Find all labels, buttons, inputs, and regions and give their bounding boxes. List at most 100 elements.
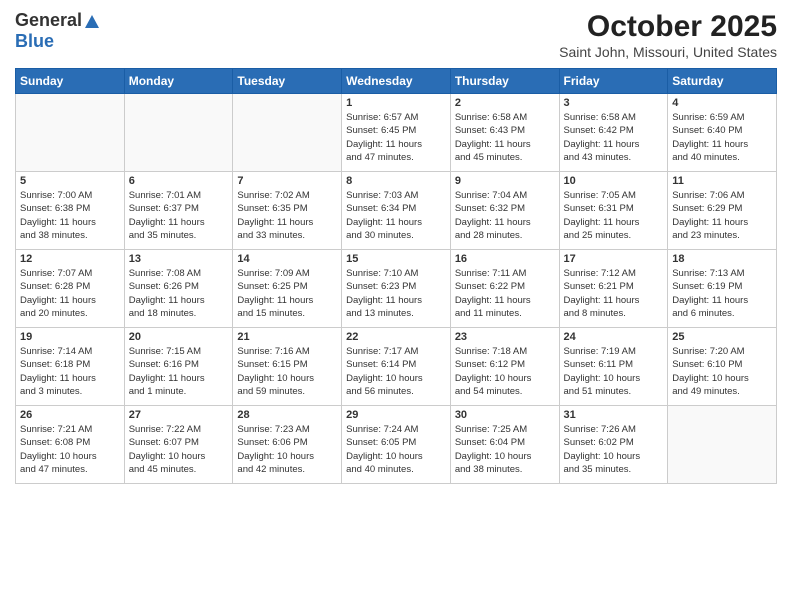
day-info-line: Sunset: 6:40 PM: [672, 125, 742, 136]
col-monday: Monday: [124, 69, 233, 94]
day-info: Sunrise: 6:57 AMSunset: 6:45 PMDaylight:…: [346, 111, 446, 164]
day-info-line: Sunrise: 7:13 AM: [672, 268, 744, 279]
day-info-line: Daylight: 11 hours: [564, 217, 640, 228]
day-info-line: Sunrise: 7:16 AM: [237, 346, 309, 357]
day-info-line: and 42 minutes.: [237, 464, 305, 475]
day-info-line: and 33 minutes.: [237, 230, 305, 241]
calendar-cell: 8Sunrise: 7:03 AMSunset: 6:34 PMDaylight…: [342, 172, 451, 250]
day-number: 28: [237, 409, 337, 421]
col-saturday: Saturday: [668, 69, 777, 94]
day-info: Sunrise: 7:19 AMSunset: 6:11 PMDaylight:…: [564, 345, 664, 398]
day-info-line: Sunrise: 7:18 AM: [455, 346, 527, 357]
calendar-cell: 11Sunrise: 7:06 AMSunset: 6:29 PMDayligh…: [668, 172, 777, 250]
day-info-line: Sunrise: 7:24 AM: [346, 424, 418, 435]
day-info-line: and 20 minutes.: [20, 308, 88, 319]
day-info-line: and 40 minutes.: [346, 464, 414, 475]
day-info: Sunrise: 7:11 AMSunset: 6:22 PMDaylight:…: [455, 267, 555, 320]
day-info-line: Sunrise: 6:59 AM: [672, 112, 744, 123]
calendar-cell: 18Sunrise: 7:13 AMSunset: 6:19 PMDayligh…: [668, 250, 777, 328]
col-friday: Friday: [559, 69, 668, 94]
day-info-line: Daylight: 10 hours: [129, 451, 206, 462]
calendar-cell: [16, 94, 125, 172]
day-info-line: Sunset: 6:34 PM: [346, 203, 416, 214]
day-info-line: Daylight: 10 hours: [237, 373, 314, 384]
calendar-cell: 20Sunrise: 7:15 AMSunset: 6:16 PMDayligh…: [124, 328, 233, 406]
day-number: 29: [346, 409, 446, 421]
day-number: 21: [237, 331, 337, 343]
day-info-line: and 56 minutes.: [346, 386, 414, 397]
day-info-line: Daylight: 10 hours: [672, 373, 749, 384]
day-info-line: and 59 minutes.: [237, 386, 305, 397]
day-info-line: Sunset: 6:43 PM: [455, 125, 525, 136]
day-info: Sunrise: 7:04 AMSunset: 6:32 PMDaylight:…: [455, 189, 555, 242]
day-info-line: Sunrise: 7:25 AM: [455, 424, 527, 435]
day-info: Sunrise: 7:16 AM Sunset: 6:15 PM Daylight:…: [237, 345, 337, 398]
day-number: 7: [237, 175, 337, 187]
day-info: Sunrise: 7:07 AMSunset: 6:28 PMDaylight:…: [20, 267, 120, 320]
day-info-line: Sunrise: 7:12 AM: [564, 268, 636, 279]
day-info-line: Sunset: 6:29 PM: [672, 203, 742, 214]
day-info-line: Daylight: 10 hours: [20, 451, 97, 462]
day-info-line: Daylight: 10 hours: [346, 451, 423, 462]
day-number: 3: [564, 97, 664, 109]
day-info-line: Sunrise: 7:11 AM: [455, 268, 527, 279]
day-info-line: Daylight: 11 hours: [564, 295, 640, 306]
day-info-line: Sunrise: 7:23 AM: [237, 424, 309, 435]
day-info-line: Daylight: 11 hours: [346, 139, 422, 150]
day-number: 24: [564, 331, 664, 343]
day-info-line: Sunset: 6:10 PM: [672, 359, 742, 370]
day-number: 31: [564, 409, 664, 421]
day-info-line: Sunrise: 7:22 AM: [129, 424, 201, 435]
logo-blue-text: Blue: [15, 31, 54, 51]
calendar-cell: 22Sunrise: 7:17 AMSunset: 6:14 PMDayligh…: [342, 328, 451, 406]
day-info-line: and 35 minutes.: [129, 230, 197, 241]
day-info-line: Daylight: 11 hours: [346, 295, 422, 306]
calendar-cell: 7Sunrise: 7:02 AMSunset: 6:35 PMDaylight…: [233, 172, 342, 250]
day-info-line: Sunrise: 7:04 AM: [455, 190, 527, 201]
day-info-line: Sunset: 6:28 PM: [20, 281, 90, 292]
day-info-line: and 35 minutes.: [564, 464, 632, 475]
day-info-line: Sunset: 6:15 PM: [237, 359, 307, 370]
day-info-line: Sunrise: 7:14 AM: [20, 346, 92, 357]
day-info-line: Sunset: 6:06 PM: [237, 437, 307, 448]
day-info-line: Sunset: 6:31 PM: [564, 203, 634, 214]
day-info-line: Sunrise: 7:00 AM: [20, 190, 92, 201]
day-info: Sunrise: 7:10 AMSunset: 6:23 PMDaylight:…: [346, 267, 446, 320]
calendar-cell: 31Sunrise: 7:26 AMSunset: 6:02 PMDayligh…: [559, 406, 668, 484]
day-info: Sunrise: 7:00 AMSunset: 6:38 PMDaylight:…: [20, 189, 120, 242]
day-info-line: and 51 minutes.: [564, 386, 632, 397]
day-info: Sunrise: 7:09 AMSunset: 6:25 PMDaylight:…: [237, 267, 337, 320]
day-info-line: Sunset: 6:18 PM: [20, 359, 90, 370]
calendar-cell: 19Sunrise: 7:14 AMSunset: 6:18 PMDayligh…: [16, 328, 125, 406]
day-number: 30: [455, 409, 555, 421]
day-number: 2: [455, 97, 555, 109]
day-info-line: and 18 minutes.: [129, 308, 197, 319]
day-info: Sunrise: 7:17 AMSunset: 6:14 PMDaylight:…: [346, 345, 446, 398]
day-info-line: and 23 minutes.: [672, 230, 740, 241]
day-info: Sunrise: 7:12 AM Sunset: 6:21 PM Daylight:…: [564, 267, 664, 320]
logo-general-text: General: [15, 10, 82, 31]
day-info-line: Sunset: 6:26 PM: [129, 281, 199, 292]
day-info-line: Sunset: 6:11 PM: [564, 359, 634, 370]
day-info-line: and 6 minutes.: [672, 308, 734, 319]
day-info-line: Sunset: 6:21 PM: [564, 281, 634, 292]
day-info-line: Sunset: 6:37 PM: [129, 203, 199, 214]
day-info-line: Daylight: 10 hours: [564, 451, 641, 462]
day-number: 27: [129, 409, 229, 421]
day-info-line: and 11 minutes.: [455, 308, 522, 319]
day-info-line: Sunset: 6:35 PM: [237, 203, 307, 214]
day-info-line: Daylight: 11 hours: [455, 217, 531, 228]
page-container: General Blue October 2025 Saint John, Mi…: [0, 0, 792, 489]
day-info-line: Daylight: 11 hours: [672, 139, 748, 150]
calendar-cell: 27 Sunrise: 7:22 AM Sunset: 6:07 PM Dayligh…: [124, 406, 233, 484]
day-info-line: Daylight: 11 hours: [129, 373, 205, 384]
day-info-line: Sunrise: 6:58 AM: [564, 112, 636, 123]
day-info-line: Daylight: 11 hours: [455, 295, 531, 306]
day-info: Sunrise: 7:22 AM Sunset: 6:07 PM Daylight:…: [129, 423, 229, 476]
day-number: 18: [672, 253, 772, 265]
calendar-cell: 23Sunrise: 7:18 AMSunset: 6:12 PMDayligh…: [450, 328, 559, 406]
day-number: 13: [129, 253, 229, 265]
day-info: Sunrise: 7:03 AMSunset: 6:34 PMDaylight:…: [346, 189, 446, 242]
day-info-line: Sunset: 6:07 PM: [129, 437, 199, 448]
day-info-line: and 3 minutes.: [20, 386, 82, 397]
